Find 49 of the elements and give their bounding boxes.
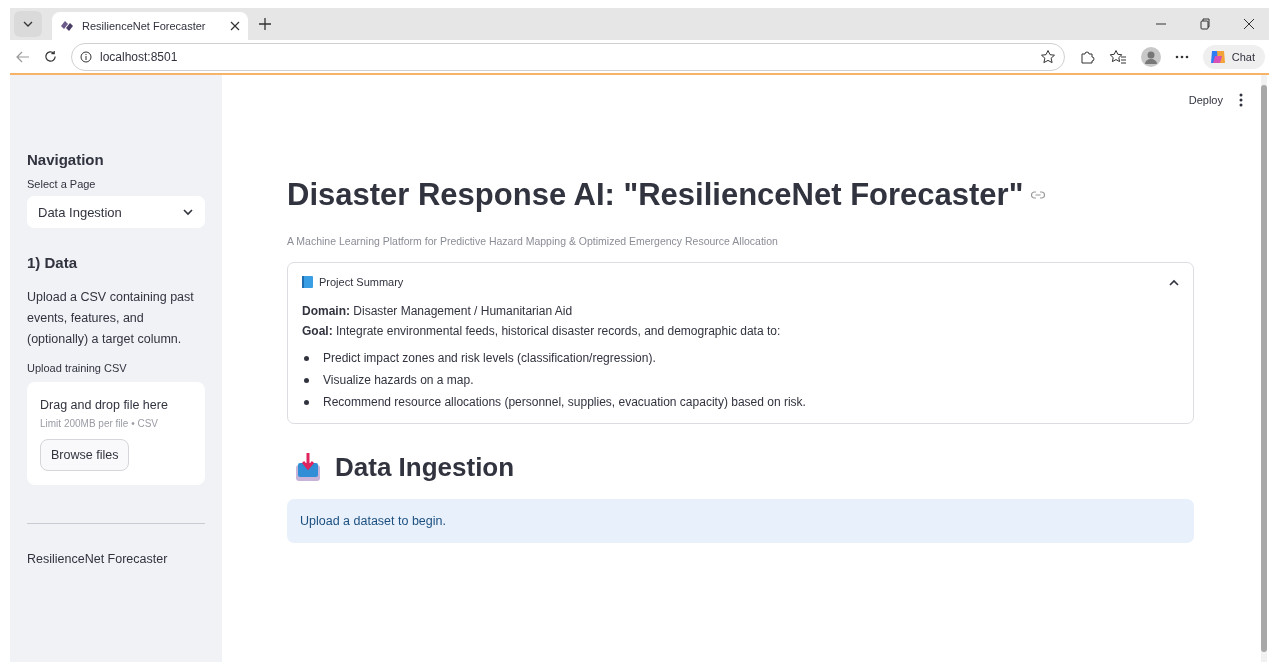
close-icon[interactable] <box>230 21 240 31</box>
page-select[interactable]: Data Ingestion <box>27 196 205 228</box>
new-tab-icon[interactable] <box>258 17 272 31</box>
more-icon[interactable] <box>1174 54 1189 59</box>
restore-icon[interactable] <box>1199 18 1211 30</box>
reload-icon[interactable] <box>44 50 57 63</box>
book-icon <box>302 276 313 288</box>
bullet-icon <box>304 355 309 361</box>
deploy-button[interactable]: Deploy <box>1188 94 1223 106</box>
close-icon[interactable] <box>1243 18 1255 30</box>
dropzone-hint: Limit 200MB per file • CSV <box>40 418 159 429</box>
bullet-icon <box>304 377 309 383</box>
upload-label: Upload training CSV <box>27 362 128 374</box>
summary-text: Goal: Integrate environmental feeds, historical disaster records, and demographic data to: <box>302 323 782 340</box>
sidebar-footer-text: ResilienceNet Forecaster <box>27 552 169 566</box>
puzzle-icon[interactable] <box>1078 48 1095 65</box>
app-logo-icon <box>60 20 74 32</box>
browse-files-button[interactable]: Browse files <box>40 439 130 471</box>
kebab-menu-icon[interactable] <box>1239 93 1243 107</box>
bullet-text: Recommend resource allocations (personnel, supplies, evacuation capacity) based on risk. <box>323 395 806 409</box>
chevron-up-icon <box>1169 278 1179 286</box>
profile-avatar-icon[interactable] <box>1140 46 1161 67</box>
scrollbar[interactable] <box>1261 75 1267 662</box>
link-icon[interactable] <box>1031 191 1046 199</box>
tab-list-button[interactable] <box>14 11 42 37</box>
info-icon <box>80 50 92 63</box>
section-title: Data Ingestion <box>335 452 515 483</box>
chevron-down-icon <box>183 208 193 216</box>
expander-header[interactable]: Project Summary <box>302 263 1179 301</box>
dropzone-title: Drag and drop file here <box>40 398 169 412</box>
favorites-icon[interactable] <box>1108 48 1127 65</box>
select-label: Select a Page <box>27 178 97 190</box>
description-text: Upload a CSV containing past events, features, and (optionally) a target column. <box>27 289 195 348</box>
star-icon[interactable] <box>1039 48 1056 65</box>
bullet-text: Predict impact zones and risk levels (classification/regression). <box>323 351 656 365</box>
back-icon[interactable] <box>16 50 30 63</box>
bullet-icon <box>304 399 309 405</box>
tab-title: ResilienceNet Forecaster <box>82 20 207 32</box>
inbox-tray-icon <box>295 452 321 483</box>
chat-button[interactable]: Chat <box>1202 44 1265 69</box>
caption-text: A Machine Learning Platform for Predictive Hazard Mapping & Optimized Emergency Resource Allocation <box>287 235 779 247</box>
info-alert: Upload a dataset to begin. <box>287 499 1194 543</box>
summary-text: Domain: Disaster Management / Humanitarian Aid <box>302 303 574 320</box>
sidebar-heading: Navigation <box>27 151 105 168</box>
file-dropzone[interactable]: Drag and drop file here Limit 200MB per file • CSV Browse files <box>27 382 205 485</box>
browser-tab[interactable]: ResilienceNet Forecaster <box>52 12 248 40</box>
section-heading: 1) Data <box>27 254 79 271</box>
bullet-text: Visualize hazards on a map. <box>323 373 474 387</box>
page-title: Disaster Response AI: "ResilienceNet Forecaster" <box>287 177 1024 213</box>
